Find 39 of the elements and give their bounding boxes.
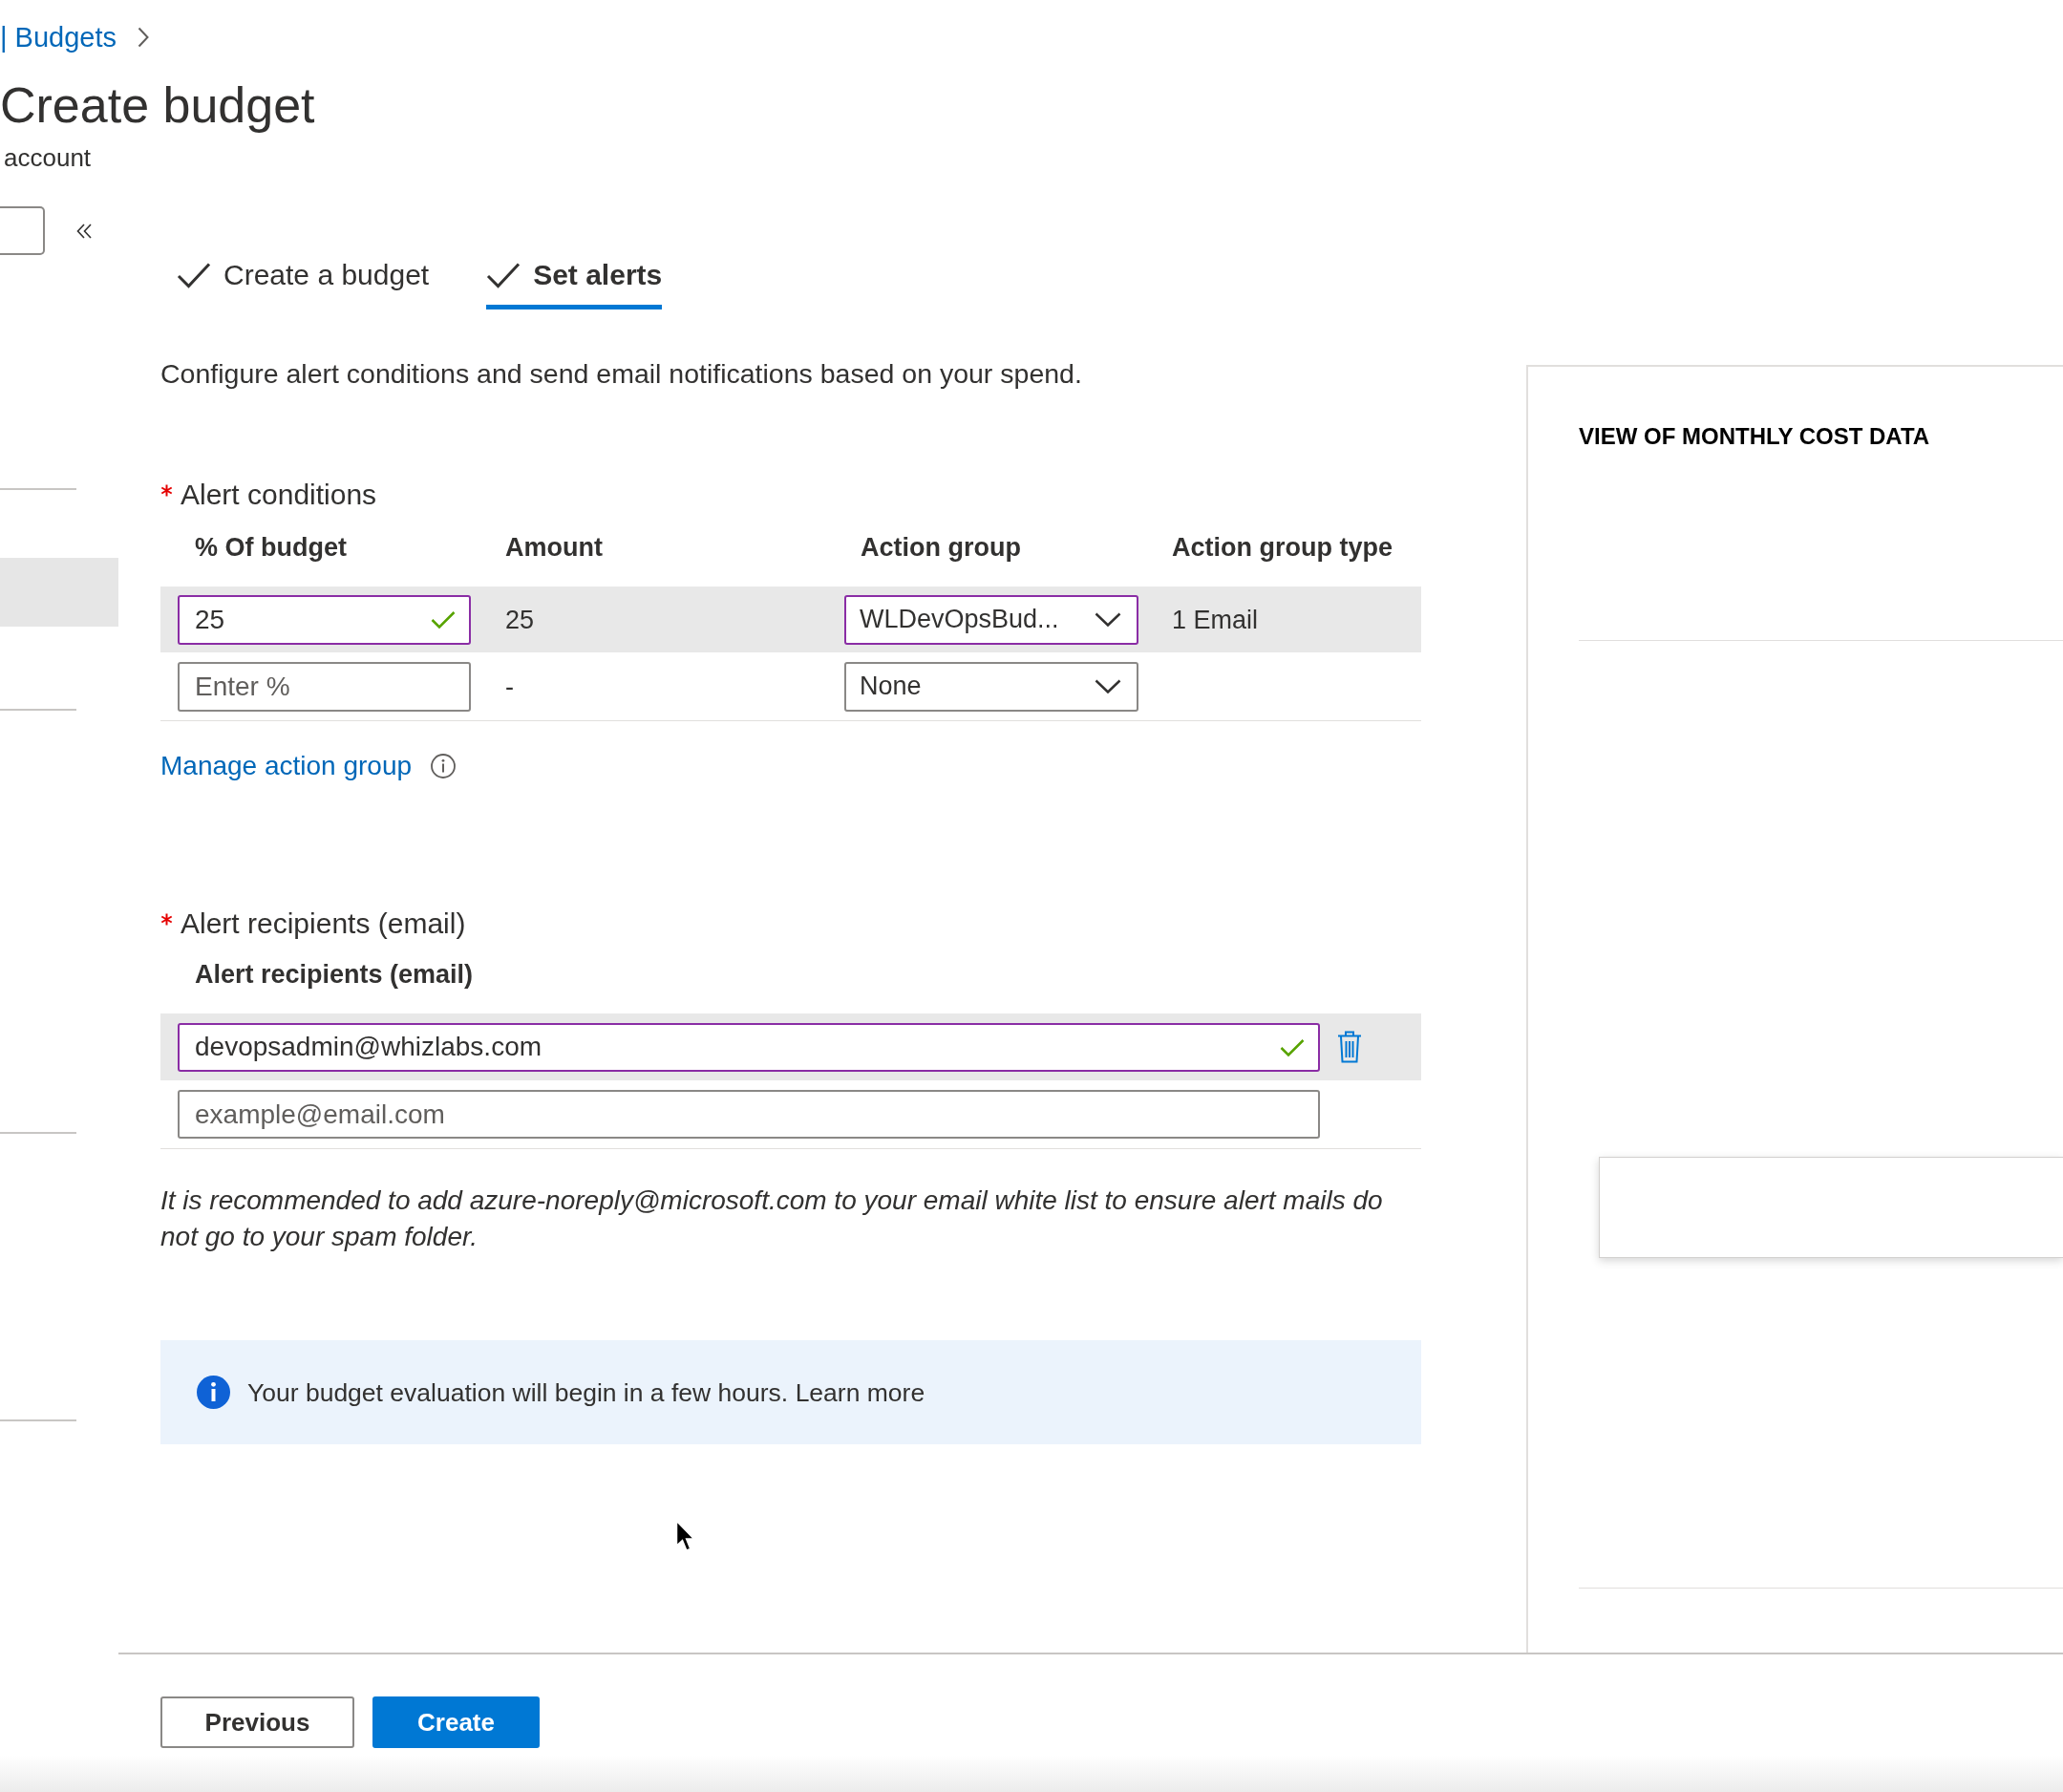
step-tab[interactable]: Set alerts <box>486 255 663 309</box>
info-icon <box>431 754 457 779</box>
checkmark-icon <box>1280 1037 1305 1057</box>
email-field[interactable]: example@email.com <box>178 1090 1320 1139</box>
breadcrumb-link[interactable]: | Budgets <box>0 21 117 53</box>
percent-field[interactable]: 25 <box>178 594 471 645</box>
double-chevron-left-icon[interactable] <box>76 223 92 239</box>
note-text: It is recommended to add azure-noreply@microsoft.com to your email white list to ensure alert mails do not go to your spam folder. <box>160 1184 1384 1253</box>
column-header: Action group type <box>1172 532 1393 564</box>
learn-more-link[interactable]: Learn more <box>795 1377 925 1407</box>
table-cell: - <box>505 672 514 701</box>
chevron-right-icon <box>138 27 149 48</box>
info-icon <box>197 1376 230 1409</box>
manage-action-group-link[interactable]: Manage action group <box>160 750 413 782</box>
column-header: Alert recipients (email) <box>195 959 474 991</box>
chevron-down-icon <box>1095 679 1121 693</box>
info-message: Your budget evaluation will begin in a few hours. Learn more <box>247 1376 925 1409</box>
create-button[interactable]: Create <box>372 1696 540 1748</box>
email-field[interactable]: devopsadmin@whizlabs.com <box>178 1022 1320 1072</box>
search-field[interactable] <box>0 206 45 255</box>
chevron-down-icon <box>1095 612 1121 627</box>
previous-button[interactable]: Previous <box>160 1696 354 1748</box>
step-tab[interactable]: Create a budget <box>177 255 430 309</box>
section-label: Alert conditions <box>181 479 377 511</box>
percent-field[interactable]: Enter % <box>178 661 471 712</box>
column-header: % Of budget <box>194 532 348 564</box>
panel-title: VIEW OF MONTHLY COST DATA <box>1579 422 1931 451</box>
table-cell: 25 <box>505 605 535 634</box>
action-group-dropdown[interactable]: WLDevOpsBud... <box>844 594 1138 645</box>
column-header: Amount <box>505 532 604 564</box>
section-label: Alert recipients (email) <box>181 907 466 940</box>
column-header: Action group <box>860 532 1022 564</box>
description-text: Configure alert conditions and send email notifications based on your spend. <box>160 357 1083 390</box>
trash-icon[interactable] <box>1337 1031 1362 1063</box>
action-group-dropdown[interactable]: None <box>844 661 1138 712</box>
checkmark-icon <box>431 609 456 629</box>
page-subtitle: account <box>3 142 93 174</box>
page-title: Create budget <box>0 76 316 135</box>
table-cell: 1 Email <box>1172 605 1259 634</box>
